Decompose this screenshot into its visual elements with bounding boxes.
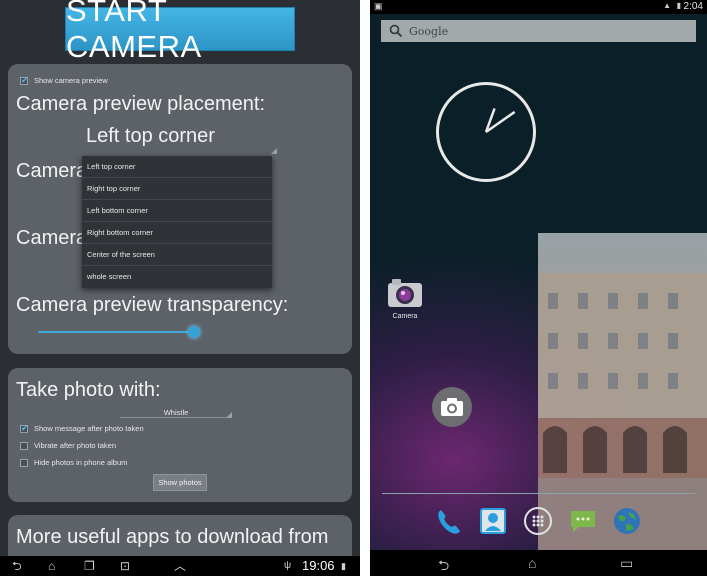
battery-icon: ▮: [341, 561, 346, 571]
dropdown-option[interactable]: Right bottom corner: [82, 222, 272, 244]
transparency-slider[interactable]: [38, 331, 194, 333]
option-checkbox[interactable]: [20, 441, 28, 450]
search-placeholder: Google: [409, 24, 449, 38]
system-navigation-bar: ⮌ ⌂ ▭: [370, 550, 707, 576]
option-label: Show message after photo taken: [34, 424, 144, 433]
notification-icon: ▣: [374, 1, 383, 11]
start-camera-button[interactable]: START CAMERA: [65, 0, 295, 64]
signal-icon: ▲: [663, 1, 671, 10]
browser-globe-icon[interactable]: [612, 506, 642, 536]
google-search-bar[interactable]: Google: [381, 20, 696, 42]
camera-label-2: Camera: [16, 227, 88, 249]
dropdown-option[interactable]: Right top corner: [82, 178, 272, 200]
back-icon[interactable]: ⮌: [438, 555, 449, 576]
option-row[interactable]: Hide photos in phone album: [20, 458, 127, 467]
analog-clock-widget[interactable]: [436, 82, 536, 182]
left-phone-screen: START CAMERA Show camera preview Camera …: [0, 0, 360, 576]
show-preview-option[interactable]: Show camera preview: [20, 75, 108, 86]
show-preview-checkbox[interactable]: [20, 75, 29, 86]
search-icon: [389, 24, 403, 38]
apps-grid-icon[interactable]: [523, 506, 553, 536]
camera-app-icon[interactable]: [387, 276, 423, 308]
show-photos-button[interactable]: Show photos: [153, 474, 207, 491]
placement-label: Camera preview placement:: [16, 93, 265, 115]
placement-spinner[interactable]: Left top corner: [86, 125, 215, 148]
spinner-arrow-icon: [226, 412, 232, 418]
spinner-arrow-icon: [271, 148, 277, 154]
screenshot-icon[interactable]: ⊡: [120, 559, 130, 573]
dropdown-option[interactable]: whole screen: [82, 266, 272, 288]
home-icon[interactable]: ⌂: [528, 555, 536, 571]
option-label: Hide photos in phone album: [34, 458, 128, 467]
chevron-up-icon[interactable]: ︿: [174, 559, 186, 573]
recents-icon[interactable]: ▭: [620, 555, 633, 572]
camera-preview-overlay: [538, 233, 707, 550]
trigger-spinner[interactable]: Whistle: [120, 408, 232, 418]
option-checkbox[interactable]: [20, 423, 29, 434]
more-apps-text[interactable]: More useful apps to download from: [16, 526, 328, 549]
show-preview-label: Show camera preview: [34, 76, 108, 85]
transparency-label: Camera preview transparency:: [16, 294, 289, 316]
right-phone-screen: ▣ ▲ ▮ 2:04 Google Camera ⮌ ⌂ ▭: [370, 0, 707, 576]
messaging-icon[interactable]: [568, 506, 598, 536]
dropdown-option[interactable]: Left top corner: [82, 156, 272, 178]
dropdown-option[interactable]: Left bottom corner: [82, 200, 272, 222]
placement-dropdown: Left top corner Right top corner Left bo…: [82, 156, 272, 288]
home-icon[interactable]: ⌂: [48, 559, 55, 573]
status-bar: ▣ ▲ ▮ 2:04: [370, 0, 707, 14]
camera-label-1: Camera: [16, 160, 88, 182]
status-time: 2:04: [683, 1, 703, 12]
camera-icon: [441, 398, 463, 416]
floating-camera-button[interactable]: [432, 387, 472, 427]
recents-icon[interactable]: ❐: [84, 559, 95, 573]
dock-divider: [382, 493, 695, 494]
option-row[interactable]: Show message after photo taken: [20, 423, 144, 434]
contacts-icon[interactable]: [478, 506, 508, 536]
option-checkbox[interactable]: [20, 458, 28, 467]
usb-icon: ψ: [284, 560, 292, 571]
phone-icon[interactable]: [434, 506, 464, 536]
dropdown-option[interactable]: Center of the screen: [82, 244, 272, 266]
option-label: Vibrate after photo taken: [34, 441, 117, 450]
back-icon[interactable]: ⮌: [12, 559, 22, 573]
system-clock: 19:06: [302, 558, 335, 573]
battery-icon: ▮: [676, 1, 681, 10]
take-photo-label: Take photo with:: [16, 379, 161, 401]
option-row[interactable]: Vibrate after photo taken: [20, 441, 116, 450]
slider-thumb[interactable]: [188, 326, 200, 338]
system-navigation-bar: ⮌ ⌂ ❐ ⊡ ︿ ψ 19:06 ▮: [0, 556, 360, 576]
camera-app-label: Camera: [392, 313, 418, 320]
